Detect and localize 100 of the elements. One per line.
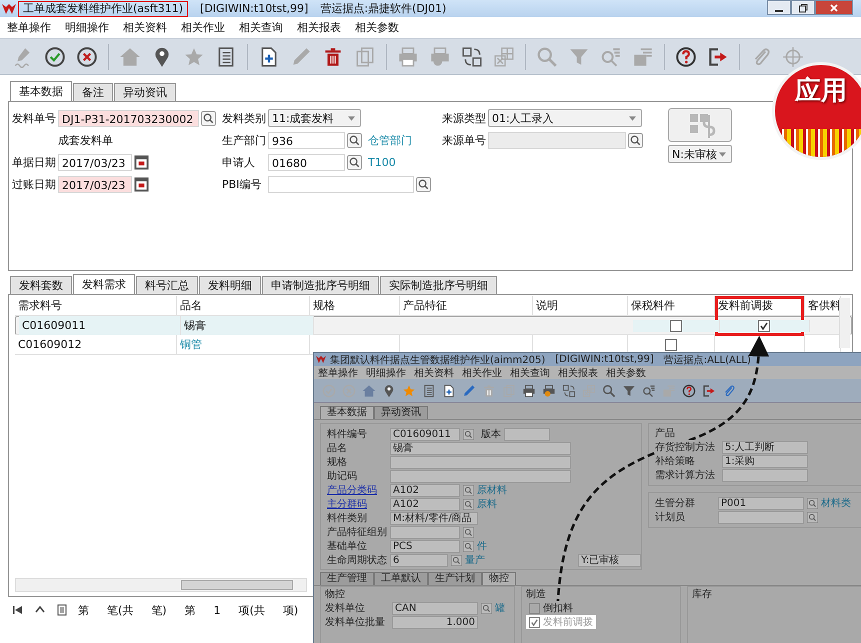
status-dropdown[interactable]: Y:已审核 <box>578 554 641 566</box>
input-field[interactable]: 锡膏 <box>390 442 571 454</box>
new-document-icon[interactable] <box>442 384 456 398</box>
tab[interactable]: 备注 <box>73 83 113 101</box>
exit-icon[interactable] <box>707 46 729 68</box>
date-field[interactable]: 2017/03/23 <box>58 176 132 192</box>
menu-item[interactable]: 相关报表 <box>297 20 341 35</box>
checkbox[interactable] <box>665 338 677 350</box>
input-field[interactable]: CAN <box>392 602 478 614</box>
first-page-icon[interactable] <box>12 604 24 616</box>
tab[interactable]: 实际制造批序号明细 <box>380 276 497 294</box>
pin-icon[interactable] <box>382 384 396 398</box>
menu-item[interactable]: 相关查询 <box>510 366 550 380</box>
dropdown[interactable]: 5:人工判断 <box>722 440 808 454</box>
star-icon[interactable] <box>402 384 416 398</box>
column-header[interactable]: 规格 <box>313 299 335 312</box>
calendar-icon[interactable] <box>134 154 149 170</box>
search-icon[interactable] <box>463 498 474 510</box>
search-icon[interactable] <box>463 484 474 496</box>
search-icon[interactable] <box>347 154 362 170</box>
dropdown[interactable]: 11:成套发料 <box>268 109 361 127</box>
tab[interactable]: 发料明细 <box>199 276 261 294</box>
tab[interactable]: 基本数据 <box>10 81 72 101</box>
checkbox[interactable] <box>758 320 770 332</box>
exit-icon[interactable] <box>702 384 716 398</box>
menu-item[interactable]: 相关作业 <box>181 20 225 35</box>
restore-button[interactable] <box>791 0 815 15</box>
search-icon[interactable] <box>481 602 492 614</box>
document-icon[interactable] <box>56 604 68 616</box>
input-field[interactable]: 6 <box>390 554 448 566</box>
close-button[interactable] <box>815 0 853 15</box>
search-icon[interactable] <box>602 384 616 398</box>
home-icon[interactable] <box>362 384 376 398</box>
column-header[interactable]: 保税料件 <box>631 299 675 312</box>
table-cell[interactable]: C01609012 <box>15 335 177 354</box>
menu-item[interactable]: 明细操作 <box>65 20 109 35</box>
checkbox[interactable] <box>529 602 540 614</box>
input-field[interactable]: C01609011 <box>390 428 460 440</box>
tab[interactable]: 发料需求 <box>73 274 135 294</box>
tab[interactable]: 生产计划 <box>428 572 482 585</box>
tab[interactable]: 异动资讯 <box>114 83 176 101</box>
column-header[interactable]: 品名 <box>180 299 202 312</box>
column-header[interactable]: 发料前调拨 <box>718 299 773 312</box>
scrollbar[interactable] <box>839 298 850 348</box>
tab[interactable]: 基本数据 <box>320 406 374 419</box>
menu-item[interactable]: 相关报表 <box>558 366 598 380</box>
cross-circle-icon[interactable] <box>76 46 98 68</box>
search-list-icon[interactable] <box>642 384 656 398</box>
horizontal-scrollbar[interactable] <box>15 578 307 592</box>
menu-item[interactable]: 相关资料 <box>414 366 454 380</box>
input-field[interactable]: 1.000 <box>392 616 478 628</box>
filter-icon[interactable] <box>622 384 636 398</box>
tab[interactable]: 生产管理 <box>320 572 374 585</box>
input-field[interactable] <box>390 470 571 482</box>
dropdown[interactable]: M:材料/零件/商品 <box>390 512 478 524</box>
menu-item[interactable]: 相关查询 <box>239 20 283 35</box>
search-icon[interactable] <box>451 554 462 566</box>
input-field[interactable]: DJ1-P31-201703230002 <box>58 110 199 126</box>
printer-icon[interactable] <box>522 384 536 398</box>
date-field[interactable]: 2017/03/23 <box>58 154 132 170</box>
dropdown[interactable]: 1:采购 <box>722 454 808 468</box>
pencil-icon[interactable] <box>462 384 476 398</box>
status-dropdown[interactable]: N:未审核 <box>668 145 732 163</box>
calendar-icon[interactable] <box>134 176 149 192</box>
input-field[interactable] <box>390 526 460 538</box>
search-icon[interactable] <box>807 498 818 508</box>
link[interactable]: T100 <box>368 156 396 168</box>
checkbox[interactable] <box>670 320 682 332</box>
search-icon[interactable] <box>628 132 643 148</box>
input-field[interactable]: P001 <box>718 496 804 510</box>
menu-item[interactable]: 相关参数 <box>355 20 399 35</box>
menu-item[interactable]: 相关资料 <box>123 20 167 35</box>
help-icon[interactable] <box>675 46 697 68</box>
search-icon[interactable] <box>463 540 474 552</box>
minimize-button[interactable] <box>767 0 791 15</box>
input-field[interactable]: A102 <box>390 498 460 510</box>
input-field[interactable] <box>718 510 804 524</box>
input-field[interactable] <box>390 456 571 468</box>
column-header[interactable]: 需求料号 <box>18 299 62 312</box>
search-icon[interactable] <box>463 428 474 440</box>
link[interactable]: 仓管部门 <box>368 132 412 148</box>
menu-item[interactable]: 整单操作 <box>318 366 358 380</box>
input-field[interactable]: 936 <box>268 132 345 148</box>
search-icon[interactable] <box>201 110 216 126</box>
column-header[interactable]: 客供料 <box>808 299 841 312</box>
search-icon[interactable] <box>807 512 818 522</box>
input-field[interactable] <box>504 428 550 440</box>
search-icon[interactable] <box>347 132 362 148</box>
search-icon[interactable] <box>416 176 431 192</box>
tab[interactable]: 异动资讯 <box>374 406 428 419</box>
dropdown[interactable]: 01:人工录入 <box>488 109 642 127</box>
input-field[interactable]: A102 <box>390 484 460 496</box>
list-icon[interactable] <box>422 384 436 398</box>
column-header[interactable]: 产品特征 <box>403 299 447 312</box>
help-icon[interactable] <box>682 384 696 398</box>
menu-item[interactable]: 整单操作 <box>7 20 51 35</box>
tab[interactable]: 申请制造批序号明细 <box>262 276 379 294</box>
input-field[interactable]: 01680 <box>268 154 345 170</box>
checkbox-option[interactable]: 倒扣料 <box>526 601 576 615</box>
tab[interactable]: 料号汇总 <box>136 276 198 294</box>
